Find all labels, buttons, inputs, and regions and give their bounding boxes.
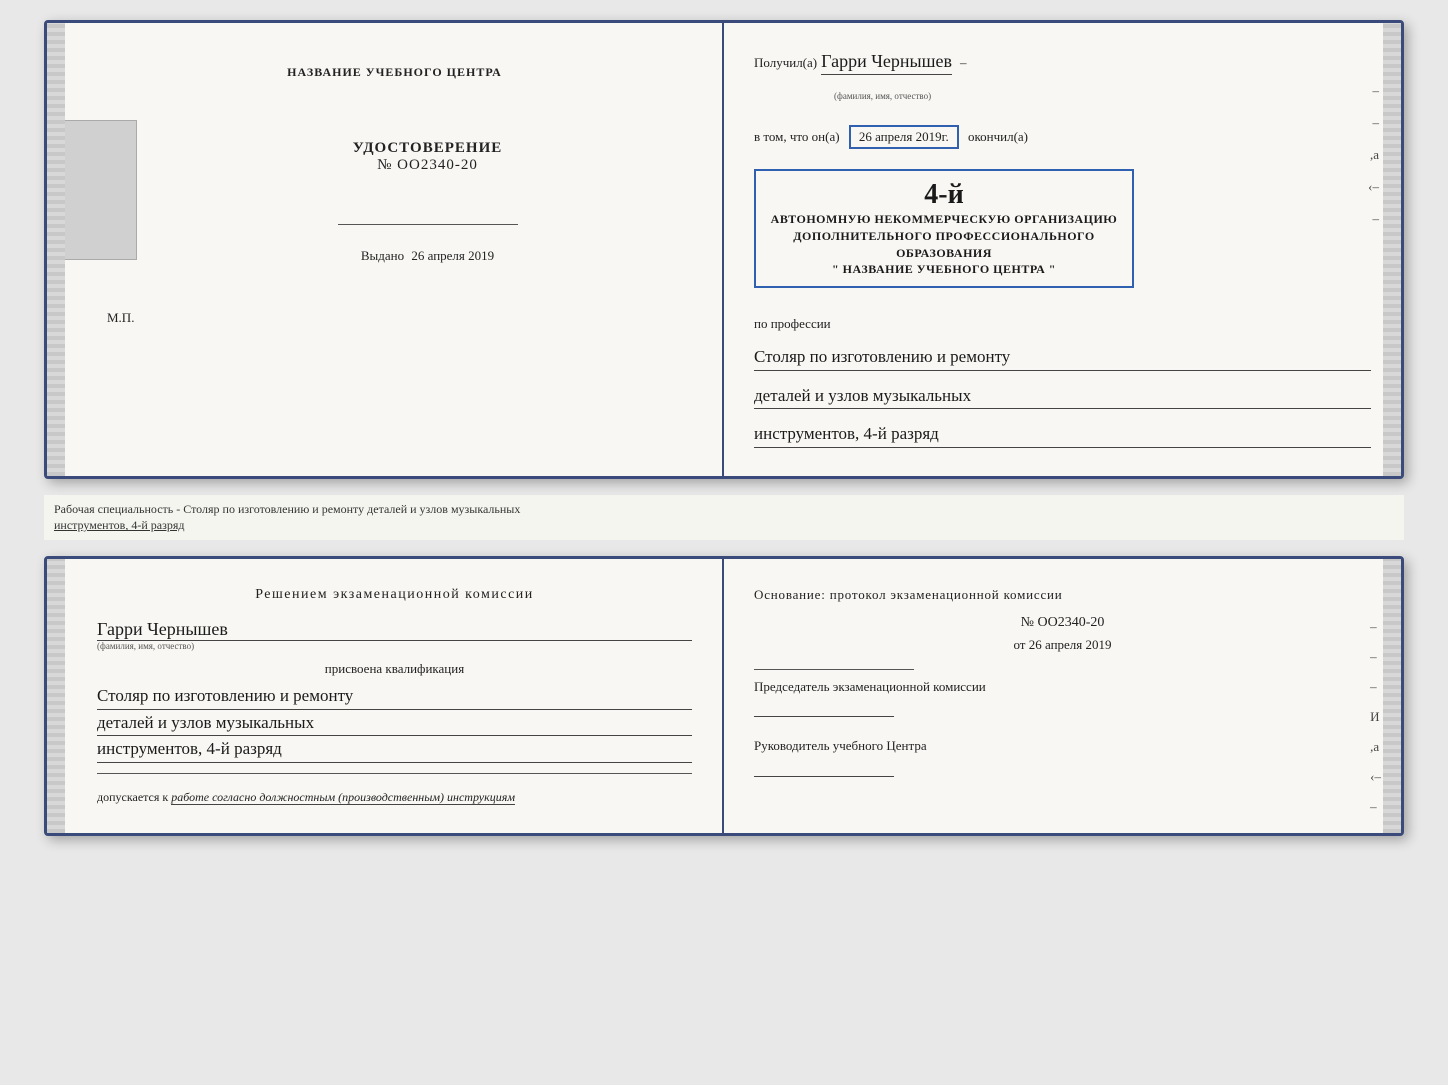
bottom-recipient-name: Гарри Чернышев: [97, 619, 692, 641]
center-title: НАЗВАНИЕ УЧЕБНОГО ЦЕНТРА: [287, 65, 502, 80]
ot-line: от 26 апреля 2019: [754, 637, 1371, 653]
dopuskaetsya-label: допускается к: [97, 790, 168, 804]
vydano-label: Выдано: [361, 248, 404, 263]
qual-line3-bottom: инструментов, 4-й разряд: [97, 736, 692, 763]
right-dashes: – – ,а ‹– –: [1368, 83, 1379, 227]
caption-text: Рабочая специальность - Столяр по изгото…: [44, 495, 1404, 541]
prisvoena-label: присвоена квалификация: [97, 661, 692, 677]
qual-line2-bottom: деталей и узлов музыкальных: [97, 710, 692, 737]
bottom-left-strip: [47, 559, 65, 833]
predsedatel-block: Председатель экзаменационной комиссии: [754, 678, 1371, 717]
bottom-fio-label: (фамилия, имя, отчество): [97, 641, 692, 651]
stamp-block: 4-й АВТОНОМНУЮ НЕКОММЕРЧЕСКУЮ ОРГАНИЗАЦИ…: [754, 169, 1134, 288]
fio-label-top: (фамилия, имя, отчество): [834, 91, 1371, 101]
bottom-document-spread: Решением экзаменационной комиссии Гарри …: [44, 556, 1404, 836]
rukovoditel-label: Руководитель учебного Центра: [754, 737, 1371, 755]
rukovoditel-block: Руководитель учебного Центра: [754, 737, 1371, 776]
udostoverenie-number: № OO2340-20: [353, 157, 503, 174]
stamp-number: 4-й: [768, 179, 1120, 211]
qual-line1-bottom: Столяр по изготовлению и ремонту: [97, 683, 692, 710]
poluchil-label: Получил(а): [754, 55, 817, 71]
stamp-line1: АВТОНОМНУЮ НЕКОММЕРЧЕСКУЮ ОРГАНИЗАЦИЮ: [768, 211, 1120, 228]
vtom-label: в том, что он(а): [754, 129, 840, 144]
bottom-name-block: Гарри Чернышев (фамилия, имя, отчество): [97, 619, 692, 651]
resheniyem-title: Решением экзаменационной комиссии: [97, 587, 692, 603]
qualification-line3-top: инструментов, 4-й разряд: [754, 421, 1371, 448]
caption-part2: инструментов, 4-й разряд: [54, 518, 184, 532]
left-decorative-strip: [47, 23, 65, 476]
qualification-line1-top: Столяр по изготовлению и ремонту: [754, 344, 1371, 371]
bottom-left-page: Решением экзаменационной комиссии Гарри …: [47, 559, 724, 833]
bottom-right-page: – – – И ,а ‹– – – – – Основание: протоко…: [724, 559, 1401, 833]
vtom-line: в том, что он(а) 26 апреля 2019г. окончи…: [754, 125, 1371, 149]
osnovanie-title: Основание: протокол экзаменационной коми…: [754, 587, 1371, 603]
vydano-date: 26 апреля 2019: [411, 248, 494, 263]
qualification-line2-top: деталей и узлов музыкальных: [754, 383, 1371, 410]
ot-date: 26 апреля 2019: [1029, 637, 1112, 652]
udostoverenie-title: УДОСТОВЕРЕНИЕ: [353, 140, 503, 157]
top-document-spread: НАЗВАНИЕ УЧЕБНОГО ЦЕНТРА УДОСТОВЕРЕНИЕ №…: [44, 20, 1404, 479]
date-value: 26 апреля 2019г.: [849, 125, 959, 149]
dopuskaetsya-block: допускается к работе согласно должностны…: [97, 790, 692, 805]
ot-label: от: [1013, 637, 1025, 652]
top-left-page: НАЗВАНИЕ УЧЕБНОГО ЦЕНТРА УДОСТОВЕРЕНИЕ №…: [47, 23, 724, 476]
rukovoditel-signature-line: [754, 776, 894, 777]
predsedatel-label: Председатель экзаменационной комиссии: [754, 678, 1371, 696]
mp-label: М.П.: [107, 310, 134, 326]
okonchil-label: окончил(а): [968, 129, 1028, 144]
dopuskaetsya-value: работе согласно должностным (производств…: [171, 790, 515, 805]
bottom-right-dashes: – – – И ,а ‹– – – – –: [1370, 619, 1381, 836]
poluchil-line: Получил(а) Гарри Чернышев –: [754, 51, 1371, 75]
right-decorative-strip: [1383, 23, 1401, 476]
stamp-line2: ДОПОЛНИТЕЛЬНОГО ПРОФЕССИОНАЛЬНОГО ОБРАЗО…: [768, 228, 1120, 262]
bottom-right-strip: [1383, 559, 1401, 833]
udostoverenie-block: УДОСТОВЕРЕНИЕ № OO2340-20: [353, 140, 503, 174]
recipient-name-top: Гарри Чернышев: [821, 51, 952, 75]
stamp-line3: " НАЗВАНИЕ УЧЕБНОГО ЦЕНТРА ": [768, 261, 1120, 278]
predsedatel-signature-line: [754, 716, 894, 717]
po-professii-label: по профессии: [754, 316, 1371, 332]
caption-part1: Рабочая специальность - Столяр по изгото…: [54, 502, 520, 516]
top-right-page: – – ,а ‹– – Получил(а) Гарри Чернышев – …: [724, 23, 1401, 476]
protocol-number: № OO2340-20: [754, 615, 1371, 631]
vydano-block: Выдано 26 апреля 2019: [361, 248, 494, 264]
